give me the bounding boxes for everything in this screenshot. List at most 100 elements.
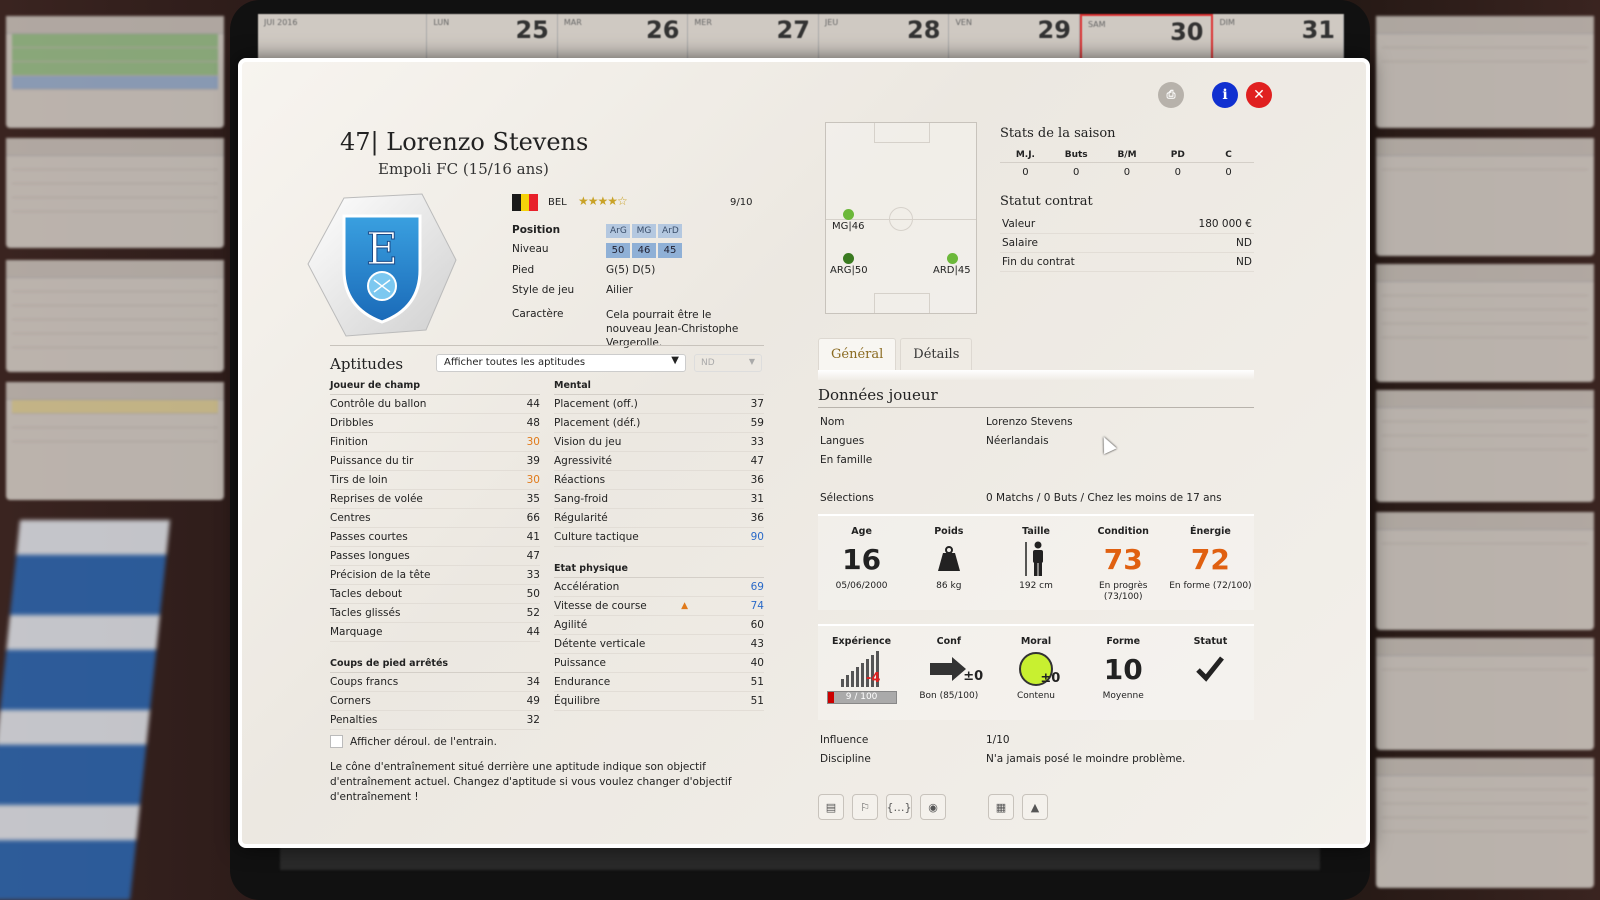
printer-icon[interactable]: ⎙: [1158, 82, 1184, 108]
season-stats-title: Stats de la saison: [1000, 126, 1116, 141]
position-dot-mg[interactable]: [843, 209, 854, 220]
attribute-row[interactable]: Placement (off.) 37: [554, 395, 764, 414]
attribute-row[interactable]: Marquage 44: [330, 623, 540, 642]
confidence-cell: Conf ±0 Bon (85/100): [905, 626, 992, 720]
stat-value: 0: [1123, 167, 1131, 178]
calendar-day[interactable]: MAR 26: [558, 14, 689, 62]
stat-value: 0: [1225, 167, 1232, 178]
contract-label: Fin du contrat: [1002, 256, 1075, 268]
level-chip: 46: [632, 243, 656, 258]
attribute-row[interactable]: Culture tactique 90: [554, 528, 764, 547]
attribute-name: Contrôle du ballon: [330, 398, 427, 410]
attribute-row[interactable]: Vitesse de course ▲ 74: [554, 597, 764, 616]
attribute-row[interactable]: Passes longues 47: [330, 547, 540, 566]
attribute-row[interactable]: Reprises de volée 35: [330, 490, 540, 509]
training-cone-icon[interactable]: ▲: [1022, 794, 1048, 820]
attribute-name: Tirs de loin: [330, 474, 388, 486]
status-cell: Statut: [1167, 626, 1254, 720]
data-label: En famille: [820, 453, 873, 466]
attribute-row[interactable]: Tirs de loin 30: [330, 471, 540, 490]
calendar-day[interactable]: JEU 28: [819, 14, 950, 62]
attribute-row[interactable]: Tacles debout 50: [330, 585, 540, 604]
weight-value: 86 kg: [936, 581, 962, 591]
attribute-row[interactable]: Contrôle du ballon 44: [330, 395, 540, 414]
attribute-row[interactable]: Centres 66: [330, 509, 540, 528]
document-icon[interactable]: ▤: [818, 794, 844, 820]
attribute-row[interactable]: Agilité 60: [554, 616, 764, 635]
attribute-name: Passes longues: [330, 550, 410, 562]
attribute-name: Précision de la tête: [330, 569, 431, 581]
attribute-name: Passes courtes: [330, 531, 408, 543]
influence-discipline: Influence 1/10 Discipline N'a jamais posé …: [818, 730, 1254, 768]
contract-value: ND: [1236, 237, 1252, 249]
checkmark-icon: [1167, 651, 1254, 687]
attribute-row[interactable]: Penalties 32: [330, 711, 540, 730]
attribute-row[interactable]: Puissance du tir 39: [330, 452, 540, 471]
attribute-row[interactable]: Tacles glissés 52: [330, 604, 540, 623]
attribute-value: 48: [526, 417, 540, 429]
data-value: Néerlandais: [986, 434, 1049, 447]
attribute-row[interactable]: Coups francs 34: [330, 673, 540, 692]
energy-cell: Énergie 72 En forme (72/100): [1167, 516, 1254, 610]
attribute-value: 44: [526, 398, 540, 410]
attribute-row[interactable]: Placement (déf.) 59: [554, 414, 764, 433]
data-label: Nom: [820, 415, 845, 428]
checkbox[interactable]: [330, 735, 343, 748]
contract-row: Salaire ND: [1000, 234, 1254, 253]
position-chip[interactable]: ArD: [658, 224, 682, 238]
foot-value: G(5) D(5): [606, 264, 656, 276]
checkbox-label: Afficher déroul. de l'entrain.: [350, 735, 497, 748]
brackets-icon[interactable]: {…}: [886, 794, 912, 820]
tackle-icon[interactable]: ⚐: [852, 794, 878, 820]
clipboard-icon[interactable]: ▦: [988, 794, 1014, 820]
contract-row: Valeur 180 000 €: [1000, 215, 1254, 234]
position-chip[interactable]: ArG: [606, 224, 630, 238]
attribute-row[interactable]: Accélération 69: [554, 578, 764, 597]
tab-details[interactable]: Détails: [900, 338, 973, 370]
attribute-value: 35: [526, 493, 540, 505]
attribute-row[interactable]: Réactions 36: [554, 471, 764, 490]
attribute-value: 36: [750, 512, 764, 524]
attribute-value: 30: [526, 436, 540, 448]
attribute-row[interactable]: Endurance 51: [554, 673, 764, 692]
position-dot-ard[interactable]: [947, 253, 958, 264]
attribute-row[interactable]: Dribbles 48: [330, 414, 540, 433]
attribute-row[interactable]: Puissance 40: [554, 654, 764, 673]
attribute-value: 43: [750, 638, 764, 650]
nd-select[interactable]: ND ▼: [694, 354, 762, 372]
attribute-row[interactable]: Détente verticale 43: [554, 635, 764, 654]
attribute-row[interactable]: Vision du jeu 33: [554, 433, 764, 452]
eye-icon[interactable]: ◉: [920, 794, 946, 820]
attribute-row[interactable]: Finition 30: [330, 433, 540, 452]
info-icon[interactable]: i: [1212, 82, 1238, 108]
position-label-mg: MG|46: [832, 221, 865, 232]
player-club: Empoli FC (15/16 ans): [378, 160, 549, 178]
calendar-day[interactable]: MER 27: [688, 14, 819, 62]
attribute-row[interactable]: Équilibre 51: [554, 692, 764, 711]
calendar-day[interactable]: VEN 29: [949, 14, 1080, 62]
attribute-name: Tacles glissés: [330, 607, 401, 619]
attribute-row[interactable]: Précision de la tête 33: [330, 566, 540, 585]
attribute-row[interactable]: Sang-froid 31: [554, 490, 764, 509]
training-progress-checkbox[interactable]: Afficher déroul. de l'entrain.: [330, 735, 497, 748]
tab-general[interactable]: Général: [818, 338, 897, 370]
attribute-row[interactable]: Passes courtes 41: [330, 528, 540, 547]
position-chip[interactable]: MG: [632, 224, 656, 238]
attribute-name: Finition: [330, 436, 368, 448]
attribute-row[interactable]: Régularité 36: [554, 509, 764, 528]
energy-title: Énergie: [1189, 526, 1231, 537]
attribute-name: Dribbles: [330, 417, 374, 429]
attribute-row[interactable]: Corners 49: [330, 692, 540, 711]
calendar-day-today[interactable]: SAM 30: [1079, 14, 1214, 62]
stat-header: Buts: [1064, 150, 1088, 160]
bg-panel-right-5: [1376, 512, 1594, 630]
calendar-day[interactable]: LUN 25: [427, 14, 558, 62]
bg-panel-budget: [6, 260, 224, 372]
attribute-row[interactable]: Agressivité 47: [554, 452, 764, 471]
experience-delta: -4: [866, 671, 881, 686]
close-icon[interactable]: ✕: [1246, 82, 1272, 108]
position-dot-arg[interactable]: [843, 253, 854, 264]
aptitude-filter-select[interactable]: Afficher toutes les aptitudes ▼: [436, 354, 686, 372]
flag-icon: [512, 194, 539, 211]
calendar-day[interactable]: DIM 31: [1213, 14, 1344, 62]
